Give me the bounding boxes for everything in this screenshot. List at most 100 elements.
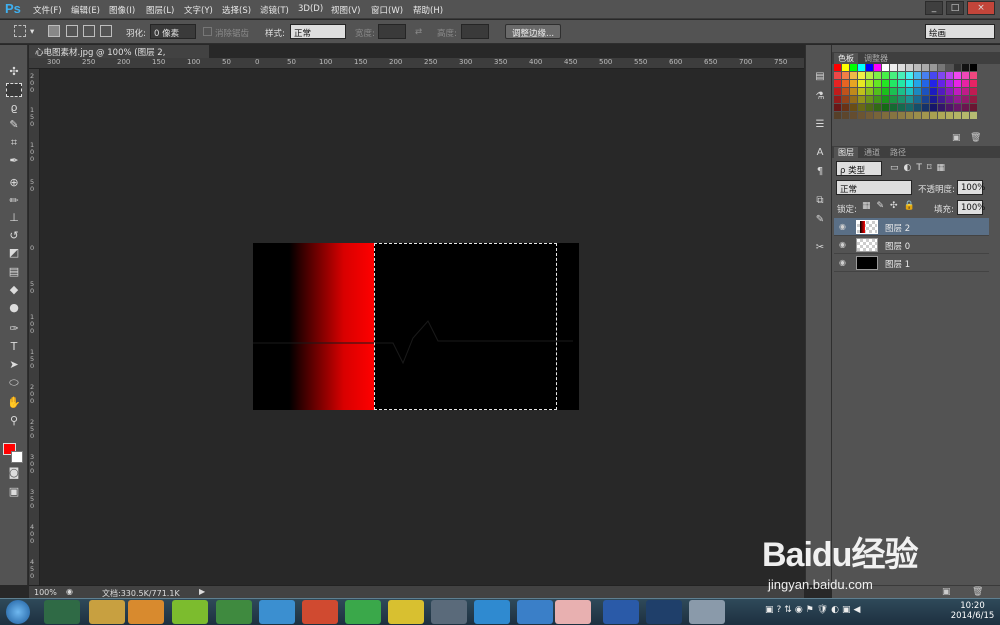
swatch-cell[interactable] [970, 64, 977, 71]
swatch-cell[interactable] [970, 88, 977, 95]
swatch-cell[interactable] [914, 80, 921, 87]
swatch-cell[interactable] [858, 72, 865, 79]
swatch-cell[interactable] [898, 64, 905, 71]
brush-tool-icon[interactable]: ✏ [6, 194, 22, 208]
swatch-cell[interactable] [834, 88, 841, 95]
marquee-selection[interactable] [374, 243, 557, 410]
swatch-cell[interactable] [962, 104, 969, 111]
swatch-cell[interactable] [906, 64, 913, 71]
swatch-cell[interactable] [890, 104, 897, 111]
swatch-cell[interactable] [914, 72, 921, 79]
swatch-cell[interactable] [834, 64, 841, 71]
marquee-tool-icon[interactable] [6, 83, 22, 97]
blend-mode-select[interactable]: 正常 [836, 180, 912, 195]
hand-tool-icon[interactable]: ✋ [6, 396, 22, 410]
swatch-cell[interactable] [906, 72, 913, 79]
minimize-button[interactable]: _ [925, 1, 943, 15]
type-tool-icon[interactable]: T [6, 340, 22, 354]
dodge-tool-icon[interactable]: ● [6, 301, 22, 315]
menu-help[interactable]: 帮助(H) [413, 4, 443, 16]
swatch-cell[interactable] [922, 88, 929, 95]
blur-tool-icon[interactable]: ◆ [6, 283, 22, 297]
layer-kind-filter[interactable]: ρ 类型 [836, 161, 882, 176]
swatch-cell[interactable] [842, 88, 849, 95]
swatch-cell[interactable] [866, 112, 873, 119]
swatch-cell[interactable] [938, 88, 945, 95]
new-selection-icon[interactable] [48, 25, 60, 37]
swatch-cell[interactable] [890, 80, 897, 87]
menu-layer[interactable]: 图层(L) [146, 4, 174, 16]
swatch-cell[interactable] [898, 72, 905, 79]
swatch-cell[interactable] [946, 80, 953, 87]
swatch-cell[interactable] [858, 112, 865, 119]
chat-icon[interactable] [345, 600, 381, 624]
swatch-cell[interactable] [898, 96, 905, 103]
swatch-cell[interactable] [890, 72, 897, 79]
swatch-cell[interactable] [906, 112, 913, 119]
layer-name[interactable]: 图层 0 [885, 240, 910, 252]
status-info-icon[interactable]: ◉ [66, 587, 73, 596]
swatch-cell[interactable] [922, 112, 929, 119]
path-select-tool-icon[interactable]: ➤ [6, 358, 22, 372]
background-color-swatch[interactable] [11, 451, 23, 463]
swatch-cell[interactable] [882, 72, 889, 79]
maximize-button[interactable]: □ [946, 1, 964, 15]
swatch-cell[interactable] [962, 88, 969, 95]
swatch-cell[interactable] [834, 80, 841, 87]
swatch-cell[interactable] [850, 72, 857, 79]
swatch-cell[interactable] [882, 112, 889, 119]
swatch-cell[interactable] [922, 72, 929, 79]
tray-icons[interactable]: ▣?⇅◉⚑🛡◐▣◀ [765, 605, 863, 615]
intersect-selection-icon[interactable] [100, 25, 112, 37]
screen-mode-icon[interactable]: ▣ [6, 485, 22, 499]
swatch-cell[interactable] [842, 72, 849, 79]
chrome-icon[interactable] [388, 600, 424, 624]
cloud-icon[interactable] [259, 600, 295, 624]
qq-pinyin-icon[interactable] [44, 600, 80, 624]
swatch-cell[interactable] [850, 104, 857, 111]
clone-source-panel-icon[interactable]: ⧉ [813, 194, 827, 208]
swatch-cell[interactable] [938, 72, 945, 79]
swatch-cell[interactable] [930, 88, 937, 95]
swatch-cell[interactable] [882, 104, 889, 111]
status-menu-arrow-icon[interactable]: ▶ [199, 587, 205, 596]
menu-3d[interactable]: 3D(D) [298, 4, 323, 14]
swatch-cell[interactable] [874, 72, 881, 79]
eye-icon[interactable]: ◉ [839, 258, 846, 267]
swatch-cell[interactable] [882, 96, 889, 103]
delete-swatch-icon[interactable]: 🗑 [970, 133, 981, 143]
swatch-cell[interactable] [890, 96, 897, 103]
swatch-cell[interactable] [842, 64, 849, 71]
swatch-cell[interactable] [858, 96, 865, 103]
close-button[interactable]: × [967, 1, 995, 15]
swatch-cell[interactable] [922, 64, 929, 71]
swatch-cell[interactable] [930, 112, 937, 119]
avatar-app-icon[interactable] [555, 600, 591, 624]
swatch-cell[interactable] [946, 88, 953, 95]
tool-presets-panel-icon[interactable]: ✂ [813, 241, 827, 255]
swatch-cell[interactable] [930, 104, 937, 111]
width-input[interactable] [378, 24, 406, 39]
swatch-cell[interactable] [946, 64, 953, 71]
swatch-cell[interactable] [882, 64, 889, 71]
tools-icon[interactable] [689, 600, 725, 624]
swatch-cell[interactable] [898, 104, 905, 111]
shape-tool-icon[interactable]: ⬭ [6, 376, 22, 390]
system-clock[interactable]: 10:20 2014/6/15 [950, 601, 995, 621]
swatch-cell[interactable] [906, 80, 913, 87]
menu-filter[interactable]: 滤镜(T) [260, 4, 289, 16]
gradient-tool-icon[interactable]: ▤ [6, 265, 22, 279]
swatch-cell[interactable] [914, 104, 921, 111]
tab-paths[interactable]: 路径 [886, 147, 910, 158]
swatch-cell[interactable] [938, 96, 945, 103]
document-tab[interactable]: 心电图素材.jpg @ 100% (图层 2, RGB/8#) * × [29, 45, 209, 68]
history-panel-icon[interactable]: ▤ [813, 70, 827, 84]
swatch-cell[interactable] [914, 64, 921, 71]
menu-file[interactable]: 文件(F) [33, 4, 62, 16]
swatch-cell[interactable] [954, 64, 961, 71]
swatch-cell[interactable] [954, 88, 961, 95]
security-shield-icon[interactable] [216, 600, 252, 624]
swatch-cell[interactable] [906, 96, 913, 103]
workspace-select[interactable]: 绘画 [925, 24, 995, 39]
grid-app-icon[interactable] [302, 600, 338, 624]
